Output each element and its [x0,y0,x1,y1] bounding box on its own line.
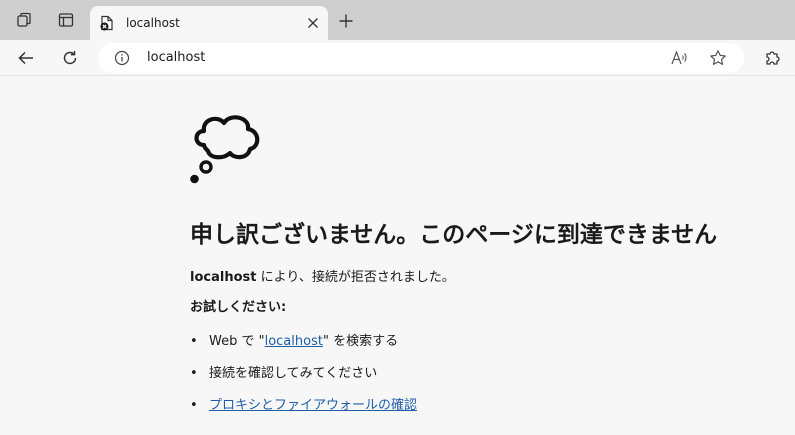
info-icon[interactable] [114,50,130,66]
close-icon [308,18,318,28]
error-heading: 申し訳ございません。このページに到達できません [190,222,718,248]
url-text[interactable]: localhost [147,50,205,66]
search-prefix: Web で " [209,334,265,349]
favorite-button[interactable] [707,47,729,69]
search-suffix: " を検索する [322,334,399,349]
navigation-toolbar: localhost [0,40,795,76]
tab-actions-icon [58,13,74,27]
suggestions-label: お試しください: [190,300,287,315]
read-aloud-button[interactable] [668,47,690,69]
puzzle-icon [766,51,780,65]
check-proxy-link[interactable]: プロキシとファイアウォールの確認 [209,398,417,413]
tab-title: localhost [126,16,180,30]
workspaces-button[interactable] [10,6,38,34]
refresh-icon [63,51,77,65]
address-bar[interactable]: localhost [98,43,744,73]
error-page: 申し訳ございません。このページに到達できません localhost により、接続… [0,77,795,435]
error-host: localhost [190,270,257,285]
bullet: • [190,366,198,381]
read-aloud-icon [671,50,687,65]
check-connection-text: 接続を確認してみてください [209,366,378,381]
error-page-icon [100,15,113,31]
tab-close-button[interactable] [304,14,322,32]
thought-cloud-icon [190,115,260,184]
error-detail: localhost により、接続が拒否されました。 [190,269,455,287]
extensions-button[interactable] [758,44,786,72]
bullet: • [190,398,198,413]
suggestion-check-proxy: • プロキシとファイアウォールの確認 [190,397,417,415]
suggestion-check-connection: • 接続を確認してみてください [190,365,377,383]
workspaces-icon [17,12,31,27]
active-tab[interactable]: localhost [90,6,328,40]
back-button[interactable] [12,44,40,72]
error-message: により、接続が拒否されました。 [256,270,455,285]
back-arrow-icon [18,51,33,65]
vertical-tabs-button[interactable] [52,6,80,34]
plus-icon [339,14,353,28]
new-tab-button[interactable] [333,8,359,34]
refresh-button[interactable] [56,44,84,72]
search-link[interactable]: localhost [265,334,323,349]
tab-strip: localhost [0,0,795,40]
suggestion-search: • Web で "localhost" を検索する [190,333,398,351]
star-icon [710,50,726,65]
bullet: • [190,334,198,349]
